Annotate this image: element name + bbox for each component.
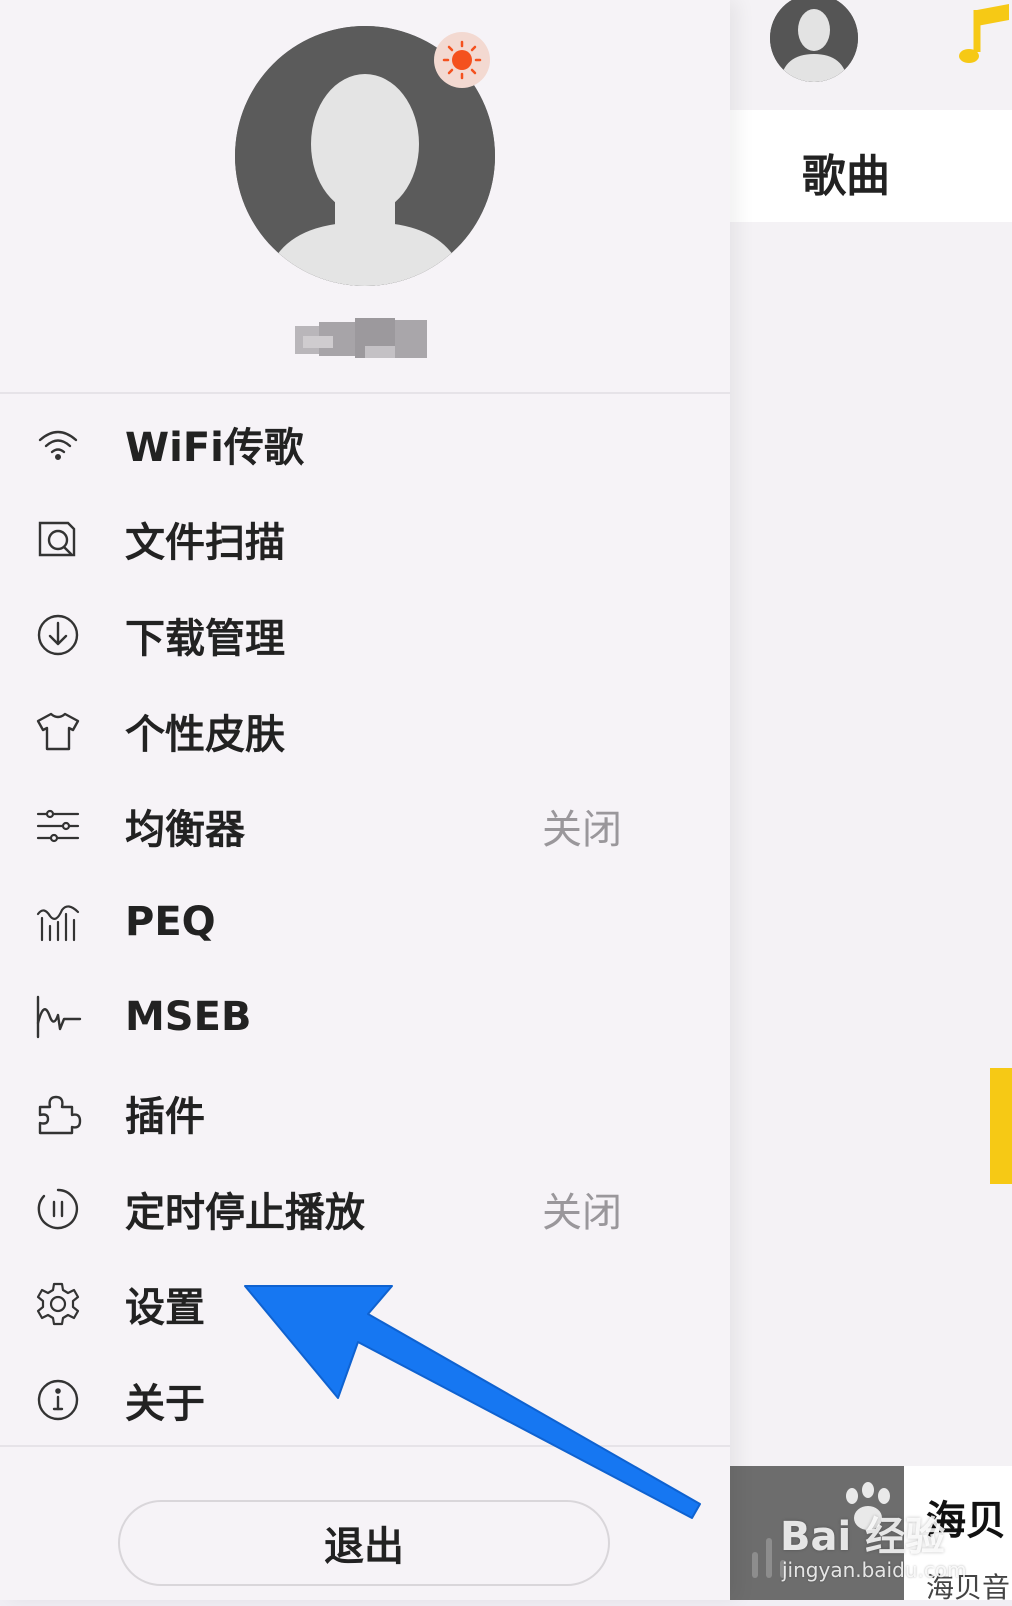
tab-songs-label: 歌曲 <box>802 151 890 202</box>
side-scroll-indicator[interactable] <box>990 1068 1012 1184</box>
menu-item-wifi-transfer[interactable]: WiFi传歌 <box>0 396 730 492</box>
logout-label: 退出 <box>324 1524 404 1570</box>
menu-item-label: WiFi传歌 <box>125 424 304 471</box>
puzzle-icon <box>32 1087 84 1139</box>
menu-item-about[interactable]: 关于 <box>0 1352 730 1448</box>
sleep-timer-status: 关闭 <box>542 1189 622 1236</box>
menu-item-label: MSEB <box>125 994 252 1041</box>
tshirt-icon <box>32 705 84 757</box>
menu-item-label: PEQ <box>125 898 216 945</box>
user-avatar[interactable] <box>770 0 858 82</box>
menu-item-theme-skin[interactable]: 个性皮肤 <box>0 683 730 779</box>
menu-item-settings[interactable]: 设置 <box>0 1256 730 1352</box>
menu-item-plugins[interactable]: 插件 <box>0 1065 730 1161</box>
gear-icon <box>32 1278 84 1330</box>
menu-item-sleep-timer[interactable]: 定时停止播放 关闭 <box>0 1161 730 1257</box>
tab-songs[interactable]: 歌曲 <box>730 110 1012 222</box>
menu-item-peq[interactable]: PEQ <box>0 874 730 970</box>
sun-icon <box>442 40 482 80</box>
divider <box>0 1445 730 1447</box>
main-panel: 歌曲 海贝 海贝音 <box>730 0 1012 1604</box>
watermark-text: Bai 经验 <box>780 1514 946 1560</box>
navigation-drawer: WiFi传歌 文件扫描 下载管理 个性皮肤 均衡器 关闭 PEQ MSEB 插件… <box>0 0 730 1600</box>
divider <box>0 392 730 394</box>
menu-item-label: 关于 <box>125 1380 205 1427</box>
menu-item-label: 均衡器 <box>125 807 245 854</box>
wifi-icon <box>32 418 84 470</box>
waveform-icon <box>32 991 84 1043</box>
peq-bars-icon <box>32 896 84 948</box>
avatar-badge[interactable] <box>434 32 490 88</box>
menu-item-label: 文件扫描 <box>125 520 285 567</box>
download-icon <box>32 609 84 661</box>
equalizer-status: 关闭 <box>542 807 622 854</box>
menu-item-equalizer[interactable]: 均衡器 关闭 <box>0 778 730 874</box>
menu-item-label: 下载管理 <box>125 615 285 662</box>
file-scan-icon <box>32 513 84 565</box>
drawer-menu: WiFi传歌 文件扫描 下载管理 个性皮肤 均衡器 关闭 PEQ MSEB 插件… <box>0 396 730 1448</box>
username-redacted <box>295 318 427 358</box>
watermark-url: jingyan.baidu.com <box>782 1558 967 1582</box>
music-note-icon[interactable] <box>955 0 1012 72</box>
sliders-icon <box>32 800 84 852</box>
info-icon <box>32 1374 84 1426</box>
menu-item-label: 定时停止播放 <box>125 1189 365 1236</box>
logout-button[interactable]: 退出 <box>118 1500 610 1586</box>
menu-item-download-manager[interactable]: 下载管理 <box>0 587 730 683</box>
menu-item-file-scan[interactable]: 文件扫描 <box>0 492 730 588</box>
menu-item-mseb[interactable]: MSEB <box>0 970 730 1066</box>
watermark: Bai 经验 jingyan.baidu.com <box>760 1478 1010 1598</box>
menu-item-label: 设置 <box>125 1285 205 1332</box>
menu-item-label: 个性皮肤 <box>125 711 285 758</box>
default-avatar-icon <box>770 0 858 82</box>
timer-pause-icon <box>32 1183 84 1235</box>
menu-item-label: 插件 <box>125 1093 205 1140</box>
